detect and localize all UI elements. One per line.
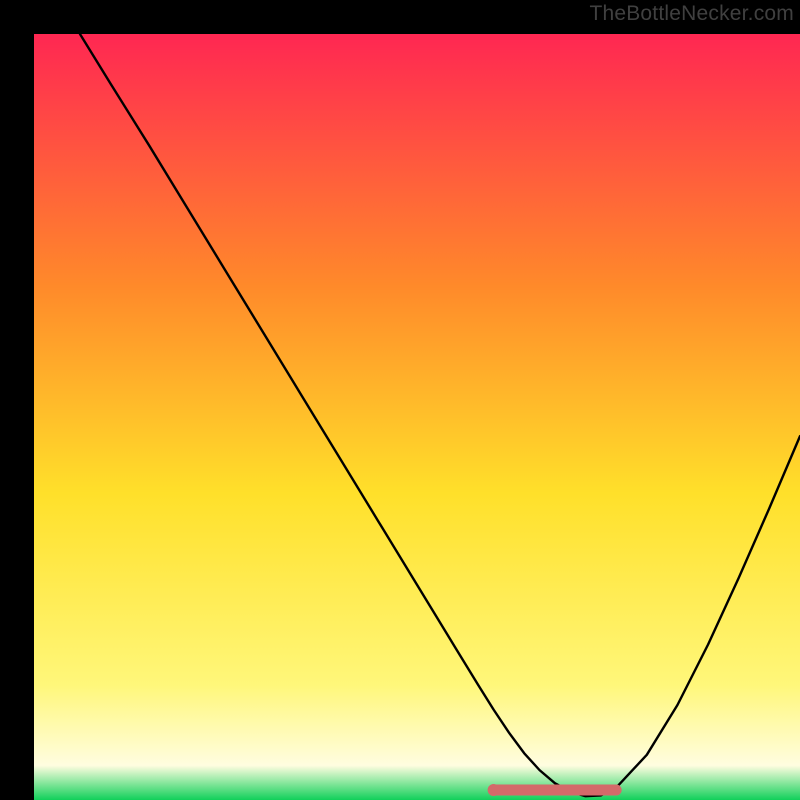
bottleneck-chart: [34, 34, 800, 800]
flat-segment-left-dot: [488, 784, 500, 796]
watermark-text: TheBottleNecker.com: [589, 2, 794, 26]
flat-segment-right-dot: [611, 785, 621, 795]
gradient-background: [34, 34, 800, 800]
chart-frame: [17, 17, 783, 783]
